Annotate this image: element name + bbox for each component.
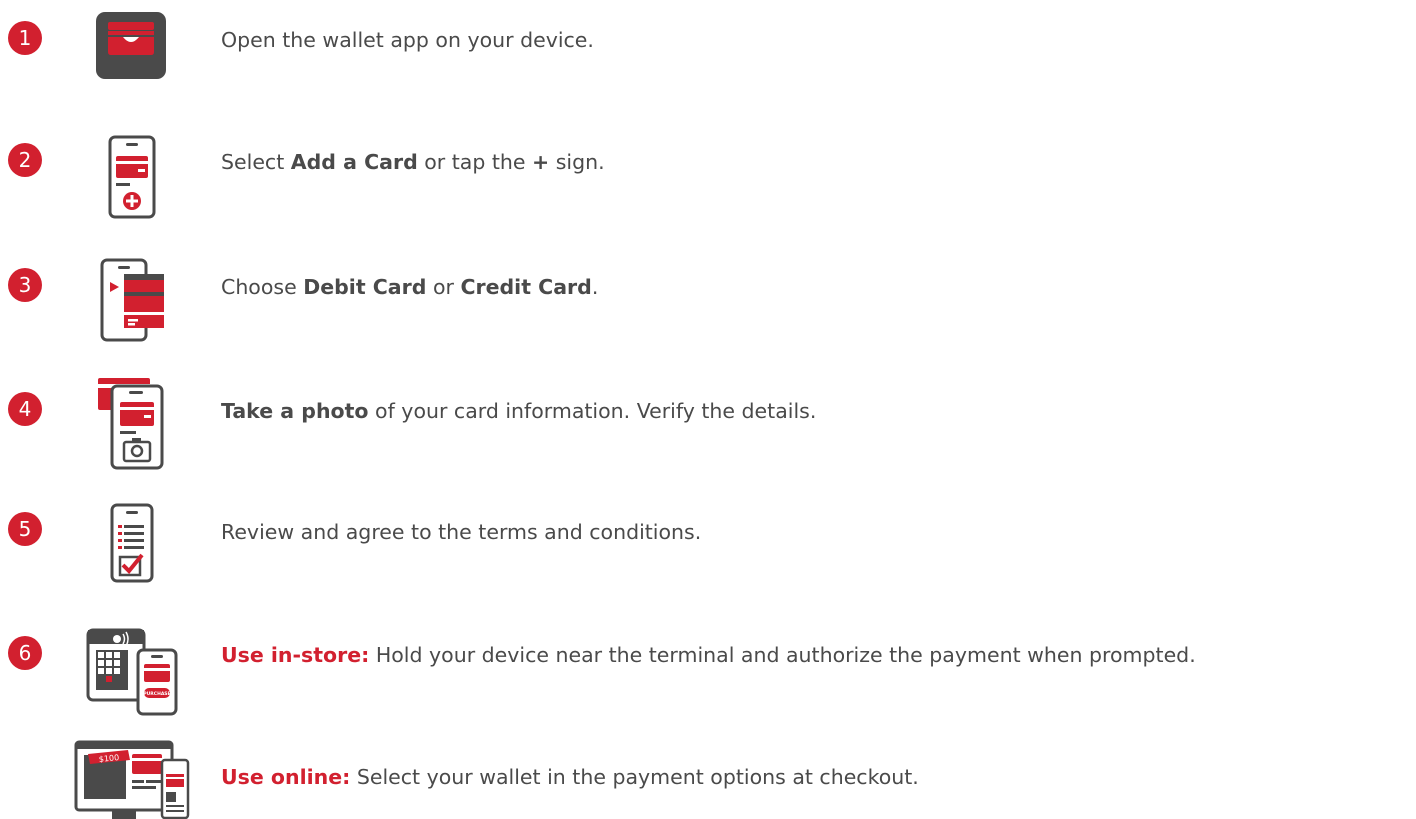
terminal-payment-icon: PURCHASE <box>86 628 178 716</box>
add-a-card-label: Add a Card <box>290 150 418 174</box>
use-online-text: Use online: Select your wallet in the pa… <box>221 765 919 789</box>
phone-choose-card-icon <box>100 258 164 342</box>
online-checkout-icon: $100 <box>74 740 190 819</box>
phone-add-card-icon <box>108 135 156 219</box>
phone-terms-checklist-icon <box>110 503 154 583</box>
step-number-badge: 2 <box>8 143 42 177</box>
use-in-store-label: Use in-store: <box>221 643 370 667</box>
step-number-badge: 1 <box>8 21 42 55</box>
plus-sign-label: + <box>532 150 550 174</box>
debit-card-label: Debit Card <box>303 275 427 299</box>
purchase-button-text: PURCHASE <box>143 691 170 697</box>
step-number-badge: 4 <box>8 392 42 426</box>
step-1-text: Open the wallet app on your device. <box>221 28 594 52</box>
step-5-text: Review and agree to the terms and condit… <box>221 520 702 544</box>
step-3-text: Choose Debit Card or Credit Card. <box>221 275 599 299</box>
step-number-badge: 5 <box>8 512 42 546</box>
step-4-text: Take a photo of your card information. V… <box>221 399 817 423</box>
phone-camera-card-icon <box>98 378 164 470</box>
step-6-text: Use in-store: Hold your device near the … <box>221 643 1196 667</box>
step-number-badge: 6 <box>8 636 42 670</box>
step-2-text: Select Add a Card or tap the + sign. <box>221 150 605 174</box>
wallet-app-icon <box>96 12 166 79</box>
credit-card-label: Credit Card <box>460 275 592 299</box>
use-online-label: Use online: <box>221 765 351 789</box>
take-a-photo-label: Take a photo <box>221 399 369 423</box>
step-number-badge: 3 <box>8 268 42 302</box>
